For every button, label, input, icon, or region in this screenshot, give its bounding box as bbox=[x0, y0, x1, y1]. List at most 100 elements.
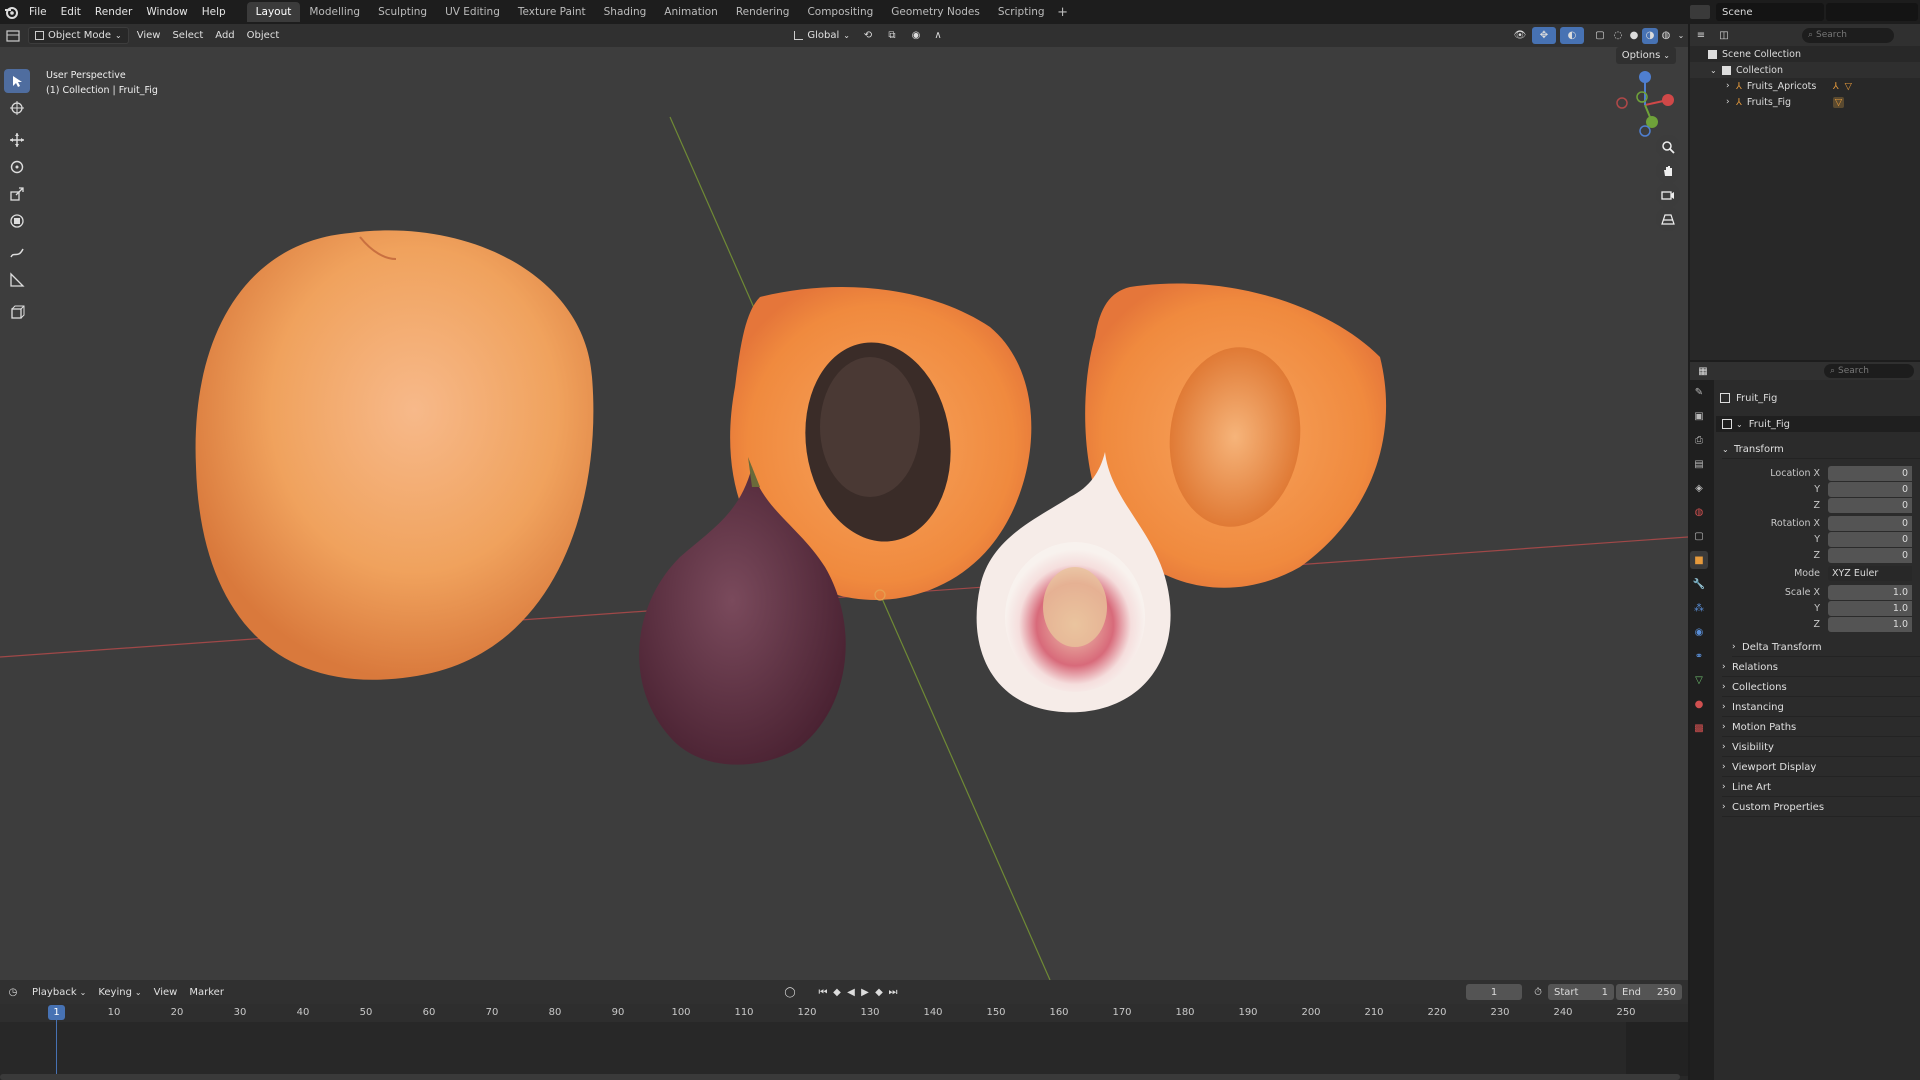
menu-window[interactable]: Window bbox=[139, 0, 194, 24]
menu-object[interactable]: Object bbox=[241, 27, 286, 44]
chevron-right-icon[interactable]: › bbox=[1726, 97, 1736, 107]
menu-file[interactable]: File bbox=[22, 0, 54, 24]
auto-keying-icon[interactable]: ◯ bbox=[780, 987, 800, 998]
location-y-field[interactable]: 0 bbox=[1828, 481, 1912, 497]
scene-selector-icon[interactable] bbox=[1690, 5, 1710, 19]
play-icon[interactable]: ▶ bbox=[858, 987, 872, 998]
texture-tab-icon[interactable]: ▩ bbox=[1690, 719, 1708, 737]
panel-visibility[interactable]: › Visibility bbox=[1722, 738, 1920, 757]
menu-playback[interactable]: Playback ⌄ bbox=[26, 984, 92, 1001]
perspective-toggle-icon[interactable] bbox=[1656, 207, 1680, 231]
add-cube-tool-icon[interactable] bbox=[4, 300, 30, 324]
timeline-scrollbar[interactable] bbox=[0, 1074, 1680, 1080]
scale-y-field[interactable]: 1.0 bbox=[1828, 600, 1912, 616]
menu-view[interactable]: View bbox=[131, 27, 167, 44]
camera-view-icon[interactable] bbox=[1656, 183, 1680, 207]
tab-texture-paint[interactable]: Texture Paint bbox=[509, 2, 595, 22]
properties-editor-icon[interactable]: ▦ bbox=[1690, 366, 1716, 377]
tool-tab-icon[interactable]: ✎ bbox=[1690, 383, 1708, 401]
particles-tab-icon[interactable]: ⁂ bbox=[1690, 599, 1708, 617]
move-tool-icon[interactable] bbox=[4, 128, 30, 152]
panel-motion-paths[interactable]: › Motion Paths bbox=[1722, 718, 1920, 737]
annotate-tool-icon[interactable] bbox=[4, 241, 30, 265]
mesh-data-icon[interactable]: ▽ bbox=[1845, 81, 1852, 92]
panel-instancing[interactable]: › Instancing bbox=[1722, 698, 1920, 717]
tab-uv-editing[interactable]: UV Editing bbox=[436, 2, 509, 22]
output-tab-icon[interactable]: ⎙ bbox=[1690, 431, 1708, 449]
tab-geometry-nodes[interactable]: Geometry Nodes bbox=[882, 2, 989, 22]
falloff-icon[interactable]: ∧ bbox=[928, 30, 948, 41]
view-layer-tab-icon[interactable]: ▤ bbox=[1690, 455, 1708, 473]
snap-icon[interactable]: ⧉ bbox=[880, 30, 904, 41]
stopwatch-icon[interactable]: ⏱ bbox=[1530, 987, 1546, 998]
scene-selector[interactable]: Scene bbox=[1716, 3, 1824, 21]
chevron-right-icon[interactable]: › bbox=[1726, 81, 1736, 91]
prev-keyframe-icon[interactable]: ◆ bbox=[830, 987, 844, 998]
timeline-area[interactable]: 1 10 20 30 40 50 60 70 80 90 100 110 120… bbox=[0, 1004, 1688, 1080]
outliner-search[interactable]: ⌕ Search bbox=[1802, 27, 1894, 43]
add-workspace-icon[interactable]: + bbox=[1054, 5, 1072, 20]
panel-line-art[interactable]: › Line Art bbox=[1722, 778, 1920, 797]
transform-tool-icon[interactable] bbox=[4, 209, 30, 233]
material-tab-icon[interactable]: ● bbox=[1690, 695, 1708, 713]
properties-search[interactable]: ⌕ Search bbox=[1824, 364, 1914, 378]
jump-start-icon[interactable]: ⏮ bbox=[816, 987, 830, 998]
view-layer-selector[interactable] bbox=[1826, 3, 1918, 21]
location-x-field[interactable]: 0 bbox=[1828, 465, 1912, 481]
outliner-row-collection[interactable]: ⌄ Collection bbox=[1690, 62, 1920, 78]
panel-delta-transform[interactable]: › Delta Transform bbox=[1732, 638, 1920, 657]
menu-edit[interactable]: Edit bbox=[54, 0, 88, 24]
rotation-mode-dropdown[interactable]: XYZ Euler bbox=[1828, 565, 1912, 581]
scale-x-field[interactable]: 1.0 bbox=[1828, 584, 1912, 600]
menu-timeline-view[interactable]: View bbox=[148, 984, 184, 1001]
collection-tab-icon[interactable]: ▢ bbox=[1690, 527, 1708, 545]
render-tab-icon[interactable]: ▣ bbox=[1690, 407, 1708, 425]
panel-collections[interactable]: › Collections bbox=[1722, 678, 1920, 697]
rotation-z-field[interactable]: 0 bbox=[1828, 547, 1912, 563]
scene-tab-icon[interactable]: ◈ bbox=[1690, 479, 1708, 497]
panel-relations[interactable]: › Relations bbox=[1722, 658, 1920, 677]
scale-z-field[interactable]: 1.0 bbox=[1828, 616, 1912, 632]
modifier-tab-icon[interactable]: 🔧 bbox=[1690, 575, 1708, 593]
menu-render[interactable]: Render bbox=[88, 0, 139, 24]
tab-sculpting[interactable]: Sculpting bbox=[369, 2, 436, 22]
tab-modelling[interactable]: Modelling bbox=[300, 2, 369, 22]
start-frame-field[interactable]: Start 1 bbox=[1548, 984, 1614, 1000]
rotate-tool-icon[interactable] bbox=[4, 155, 30, 179]
solid-shading-icon[interactable]: ● bbox=[1626, 30, 1642, 41]
menu-help[interactable]: Help bbox=[195, 0, 233, 24]
editor-type-icon[interactable] bbox=[0, 26, 26, 46]
wireframe-shading-icon[interactable]: ◌ bbox=[1610, 30, 1626, 41]
location-z-field[interactable]: 0 bbox=[1828, 497, 1912, 513]
outliner-row-scene-collection[interactable]: Scene Collection bbox=[1690, 46, 1920, 62]
menu-keying[interactable]: Keying ⌄ bbox=[92, 984, 147, 1001]
current-frame-field[interactable]: 1 bbox=[1466, 984, 1522, 1000]
object-name-field[interactable]: ⌄ Fruit_Fig bbox=[1716, 416, 1920, 432]
menu-select[interactable]: Select bbox=[166, 27, 209, 44]
chevron-down-icon[interactable]: ⌄ bbox=[1710, 66, 1722, 75]
panel-transform[interactable]: ⌄ Transform bbox=[1722, 440, 1920, 459]
world-tab-icon[interactable]: ◍ bbox=[1690, 503, 1708, 521]
constraints-tab-icon[interactable]: ⚭ bbox=[1690, 647, 1708, 665]
chevron-down-icon[interactable]: ⌄ bbox=[1674, 31, 1688, 40]
play-reverse-icon[interactable]: ◀ bbox=[844, 987, 858, 998]
modifier-icon[interactable]: ⅄ bbox=[1833, 81, 1839, 92]
clock-editor-icon[interactable]: ◷ bbox=[0, 987, 26, 998]
pivot-point-icon[interactable]: ⟲ bbox=[856, 30, 880, 41]
tab-rendering[interactable]: Rendering bbox=[727, 2, 799, 22]
panel-viewport-display[interactable]: › Viewport Display bbox=[1722, 758, 1920, 777]
navigation-gizmo[interactable] bbox=[1610, 67, 1680, 137]
whole-apricot[interactable] bbox=[195, 230, 594, 680]
mode-dropdown[interactable]: Object Mode ⌄ bbox=[28, 27, 129, 44]
object-tab-icon[interactable]: ■ bbox=[1690, 551, 1708, 569]
z-axis-handle[interactable] bbox=[1639, 71, 1651, 83]
proportional-edit-icon[interactable]: ◉ bbox=[904, 30, 928, 41]
tab-compositing[interactable]: Compositing bbox=[798, 2, 882, 22]
display-mode-icon[interactable]: ◫ bbox=[1712, 30, 1736, 41]
end-frame-field[interactable]: End 250 bbox=[1616, 984, 1682, 1000]
physics-tab-icon[interactable]: ◉ bbox=[1690, 623, 1708, 641]
select-box-tool-icon[interactable] bbox=[4, 69, 30, 93]
overlays-icon[interactable]: ◐ bbox=[1560, 27, 1584, 44]
tab-scripting[interactable]: Scripting bbox=[989, 2, 1054, 22]
jump-end-icon[interactable]: ⏭ bbox=[886, 987, 900, 998]
